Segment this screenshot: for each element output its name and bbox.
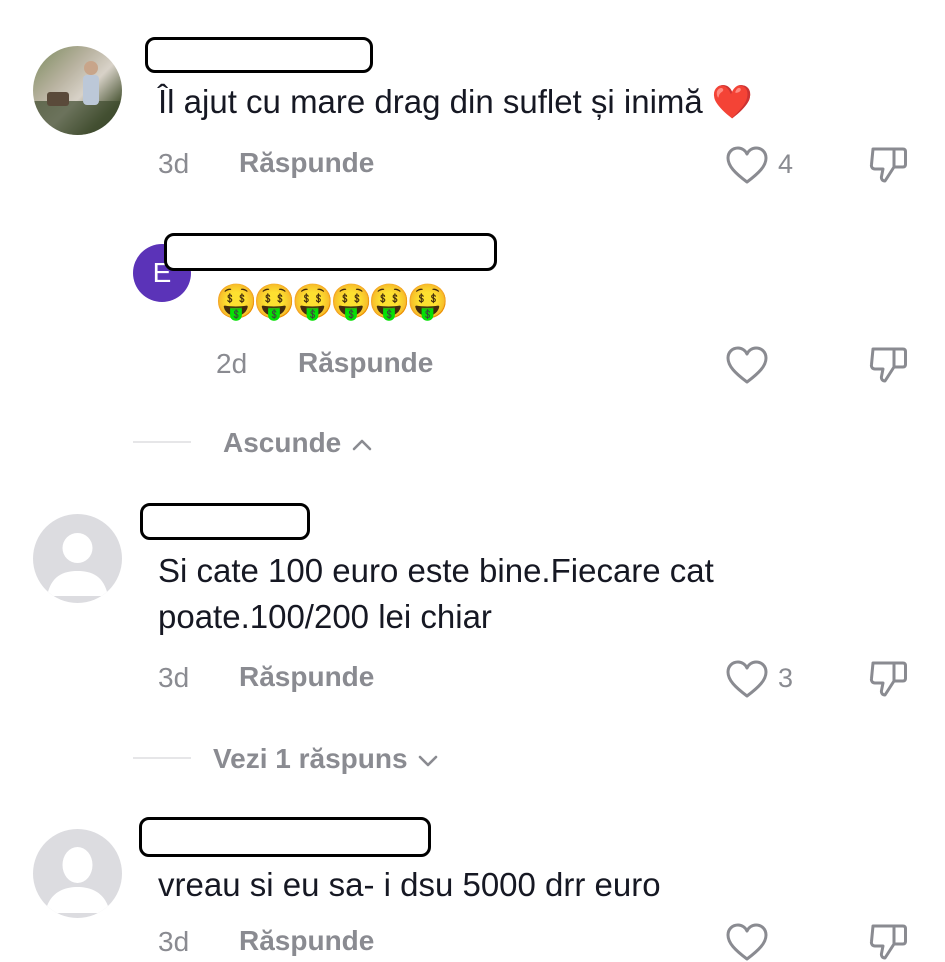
comment-time: 3d — [158, 662, 190, 693]
comment-time: 2d — [216, 348, 248, 379]
avatar-default[interactable] — [33, 514, 122, 603]
hide-replies-label: Ascunde — [223, 427, 342, 458]
hide-replies-button[interactable]: Ascunde — [223, 427, 373, 459]
like-count: 4 — [778, 149, 794, 179]
thumbs-down-icon[interactable] — [867, 920, 909, 962]
reply-button[interactable]: Răspunde — [239, 925, 374, 957]
reply-button[interactable]: Răspunde — [239, 661, 374, 693]
redacted-username — [139, 817, 431, 857]
heart-emoji: ❤️ — [711, 83, 754, 120]
thread-divider — [133, 441, 191, 443]
chevron-down-icon — [419, 755, 438, 766]
comment-text: vreau si eu sa- i dsu 5000 drr euro — [158, 866, 661, 903]
reply-button[interactable]: Răspunde — [298, 347, 433, 379]
comment-text-line2: poate.100/200 lei chiar — [158, 598, 492, 635]
comment-text: 🤑🤑🤑🤑🤑🤑 — [215, 283, 449, 321]
thumbs-down-icon[interactable] — [867, 143, 909, 185]
reply-button[interactable]: Răspunde — [239, 147, 374, 179]
heart-outline-icon[interactable] — [725, 145, 769, 185]
heart-outline-icon[interactable] — [725, 345, 769, 385]
view-replies-button[interactable]: Vezi 1 răspuns — [213, 743, 439, 775]
comment-text: Îl ajut cu mare drag din suflet și inimă… — [158, 83, 754, 120]
thumbs-down-icon[interactable] — [867, 657, 909, 699]
avatar-default[interactable] — [33, 829, 122, 918]
chevron-up-icon — [352, 439, 372, 450]
redacted-username — [145, 37, 373, 73]
heart-outline-icon[interactable] — [725, 922, 769, 962]
like-count: 3 — [778, 663, 794, 693]
thumbs-down-icon[interactable] — [867, 343, 909, 385]
comment-time: 3d — [158, 148, 190, 179]
view-replies-label: Vezi 1 răspuns — [213, 743, 408, 774]
thread-divider — [133, 757, 191, 759]
comment-text-line1: Si cate 100 euro este bine.Fiecare cat — [158, 552, 714, 589]
redacted-username — [140, 503, 310, 540]
avatar-photo[interactable] — [33, 46, 122, 135]
heart-outline-icon[interactable] — [725, 659, 769, 699]
redacted-username — [164, 233, 497, 271]
comment-time: 3d — [158, 926, 190, 957]
